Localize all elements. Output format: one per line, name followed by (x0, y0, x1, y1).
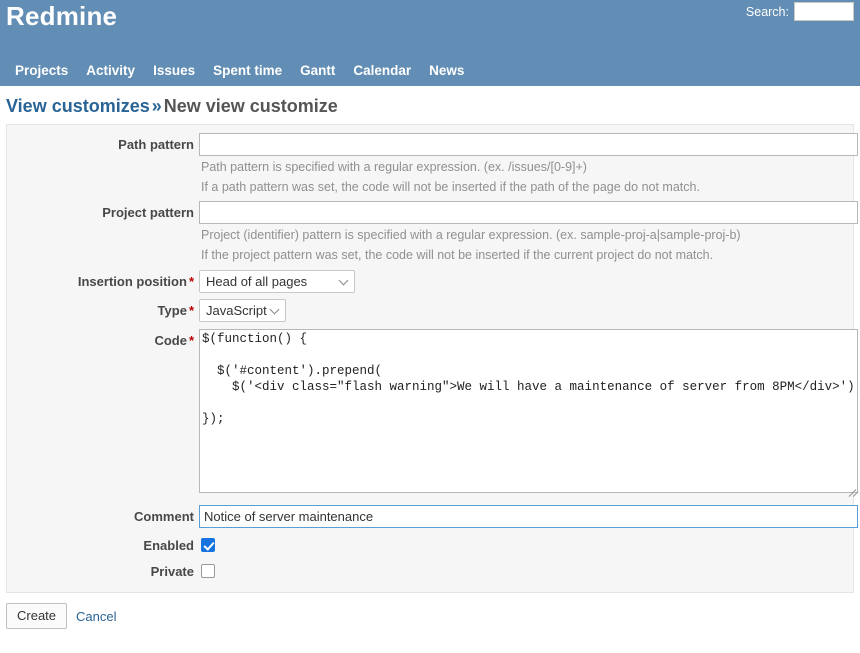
quick-search: Search: (746, 2, 854, 21)
label-type: Type * (13, 299, 199, 319)
menu-link-projects[interactable]: Projects (6, 59, 77, 82)
hint-path-pattern-line-2: If a path pattern was set, the code will… (201, 180, 700, 194)
menu-item-gantt[interactable]: Gantt (291, 59, 344, 82)
menu-link-calendar[interactable]: Calendar (344, 59, 420, 82)
menu-item-projects[interactable]: Projects (6, 59, 77, 82)
label-type-text: Type (157, 303, 187, 318)
breadcrumb-separator: » (151, 96, 162, 116)
path-pattern-input[interactable] (199, 133, 858, 156)
required-marker-code: * (188, 333, 194, 348)
menu-item-issues[interactable]: Issues (144, 59, 204, 82)
field-row-comment: Comment (13, 505, 858, 528)
required-marker-insertion-position: * (188, 274, 194, 289)
breadcrumb-link-view-customizes[interactable]: View customizes (6, 96, 150, 116)
label-insertion-position-text: Insertion position (77, 274, 187, 289)
menu-link-issues[interactable]: Issues (144, 59, 204, 82)
breadcrumb: View customizes» New view customize (0, 86, 860, 124)
comment-input[interactable] (199, 505, 858, 528)
menu-item-calendar[interactable]: Calendar (344, 59, 420, 82)
form-actions: Create Cancel (0, 593, 860, 629)
label-private: Private (150, 564, 194, 579)
field-row-path-pattern: Path pattern Path pattern is specified w… (13, 133, 858, 196)
hint-path-pattern-line-1: Path pattern is specified with a regular… (201, 160, 587, 174)
project-pattern-input[interactable] (199, 201, 858, 224)
label-enabled: Enabled (143, 538, 194, 553)
field-row-insertion-position: Insertion position * Head of all pages (13, 270, 847, 293)
menu-link-activity[interactable]: Activity (77, 59, 144, 82)
main-content: Path pattern Path pattern is specified w… (0, 124, 860, 593)
breadcrumb-current: New view customize (163, 96, 338, 116)
field-row-project-pattern: Project pattern Project (identifier) pat… (13, 201, 858, 264)
insertion-position-select[interactable]: Head of all pages (199, 270, 355, 293)
menu-link-news[interactable]: News (420, 59, 473, 82)
field-row-code: Code * $(function() { $('#content').prepe… (13, 329, 859, 497)
app-title: Redmine (6, 1, 118, 31)
type-selected-value: JavaScript (206, 303, 267, 318)
menu-link-spent-time[interactable]: Spent time (204, 59, 291, 82)
label-project-pattern: Project pattern (102, 205, 194, 220)
hint-project-pattern-line-1: Project (identifier) pattern is specifie… (201, 228, 741, 242)
enabled-checkbox[interactable] (201, 538, 215, 552)
code-textarea[interactable]: $(function() { $('#content').prepend( $(… (199, 329, 858, 493)
field-row-private: Private (13, 560, 847, 580)
view-customize-form: Path pattern Path pattern is specified w… (6, 124, 859, 593)
required-marker-type: * (188, 303, 194, 318)
menu-item-news[interactable]: News (420, 59, 473, 82)
menu-item-activity[interactable]: Activity (77, 59, 144, 82)
code-textarea-wrapper: $(function() { $('#content').prepend( $(… (199, 329, 859, 497)
label-code-text: Code (154, 333, 187, 348)
chevron-down-icon (340, 277, 348, 285)
search-input[interactable] (794, 2, 854, 21)
menu-item-spent-time[interactable]: Spent time (204, 59, 291, 82)
type-select[interactable]: JavaScript (199, 299, 286, 322)
field-row-enabled: Enabled (13, 534, 847, 554)
hint-project-pattern-line-2: If the project pattern was set, the code… (201, 248, 714, 262)
field-row-type: Type * JavaScript (13, 299, 847, 322)
label-insertion-position: Insertion position * (13, 270, 199, 290)
create-button[interactable]: Create (6, 603, 68, 629)
insertion-position-selected-value: Head of all pages (206, 274, 308, 289)
cancel-link[interactable]: Cancel (76, 609, 116, 624)
chevron-down-icon (271, 306, 279, 314)
label-comment: Comment (134, 509, 194, 524)
label-code: Code * (13, 329, 199, 349)
label-path-pattern: Path pattern (118, 137, 194, 152)
page-header: Redmine Search: Projects Activity Issues… (0, 0, 860, 86)
search-label: Search: (745, 4, 789, 19)
main-menu: Projects Activity Issues Spent time Gant… (0, 59, 860, 86)
private-checkbox[interactable] (201, 564, 215, 578)
menu-link-gantt[interactable]: Gantt (291, 59, 344, 82)
